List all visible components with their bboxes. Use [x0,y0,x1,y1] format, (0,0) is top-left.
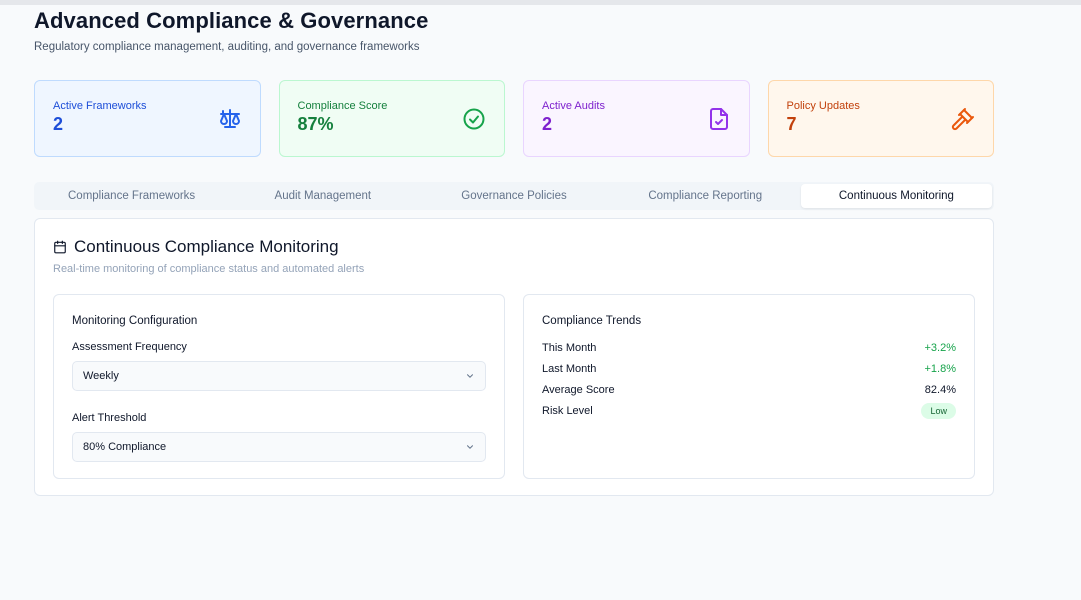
panel-title: Continuous Compliance Monitoring [53,237,975,257]
tab-compliance-frameworks[interactable]: Compliance Frameworks [36,184,227,208]
card-title: Compliance Trends [542,315,642,327]
alert-threshold-label: Alert Threshold [72,412,147,424]
trend-row-last-month: Last Month +1.8% [542,358,956,379]
tab-continuous-monitoring[interactable]: Continuous Monitoring [800,184,993,208]
monitoring-panel: Continuous Compliance Monitoring Real-ti… [34,218,994,496]
stat-card-active-audits: Active Audits 2 [523,80,750,157]
assessment-frequency-select[interactable]: Weekly [72,361,486,391]
stat-value: 87% [297,114,334,134]
risk-level-badge: Low [921,402,956,419]
stat-card-compliance-score: Compliance Score 87% [278,80,505,157]
trend-row-risk-level: Risk Level Low [542,400,956,421]
tab-bar: Compliance Frameworks Audit Management G… [34,182,994,210]
alert-threshold-select[interactable]: 80% Compliance [72,432,486,462]
stat-value: 2 [542,114,553,134]
file-check-icon [709,108,728,130]
calendar-icon [54,240,66,254]
stat-card-active-frameworks: Active Frameworks 2 [34,80,261,157]
page-title: Advanced Compliance & Governance [34,8,429,33]
trend-value: +3.2% [924,341,957,354]
trend-label: Risk Level [542,404,593,417]
tab-governance-policies[interactable]: Governance Policies [418,184,609,208]
page-container: Advanced Compliance & Governance Regulat… [34,5,994,496]
stat-value: 2 [53,114,64,134]
trend-value: +1.8% [924,362,957,375]
panel-title-text: Continuous Compliance Monitoring [74,237,339,256]
trend-label: This Month [542,341,597,354]
compliance-trends-card: Compliance Trends This Month +3.2% Last … [523,294,975,479]
stats-row: Active Frameworks 2 Compliance Score 87%… [34,80,994,157]
trend-row-average-score: Average Score 82.4% [542,379,956,400]
card-title: Monitoring Configuration [72,315,198,327]
chevron-down-icon [466,445,474,449]
trend-list: This Month +3.2% Last Month +1.8% Averag… [542,337,956,421]
tab-audit-management[interactable]: Audit Management [227,184,418,208]
monitoring-configuration-card: Monitoring Configuration Assessment Freq… [53,294,505,479]
stat-label: Policy Updates [786,100,860,112]
stat-label: Active Frameworks [53,100,147,112]
select-value: 80% Compliance [83,441,167,453]
trend-value: 82.4% [924,383,956,396]
assessment-frequency-label: Assessment Frequency [72,341,187,353]
chevron-down-icon [466,374,474,378]
trend-row-this-month: This Month +3.2% [542,337,956,358]
stat-label: Compliance Score [297,100,388,112]
cards-row: Monitoring Configuration Assessment Freq… [53,294,975,479]
stat-card-policy-updates: Policy Updates 7 [767,80,994,157]
trend-label: Last Month [542,362,597,375]
select-value: Weekly [83,370,119,382]
stat-label: Active Audits [542,100,605,112]
stat-value: 7 [786,114,797,134]
trend-label: Average Score [542,383,615,396]
gavel-icon [951,108,974,131]
check-circle-icon [463,108,485,130]
scale-icon [219,109,240,128]
tab-compliance-reporting[interactable]: Compliance Reporting [610,184,801,208]
panel-subtitle: Real-time monitoring of compliance statu… [53,263,365,275]
page-subtitle: Regulatory compliance management, auditi… [34,41,420,53]
